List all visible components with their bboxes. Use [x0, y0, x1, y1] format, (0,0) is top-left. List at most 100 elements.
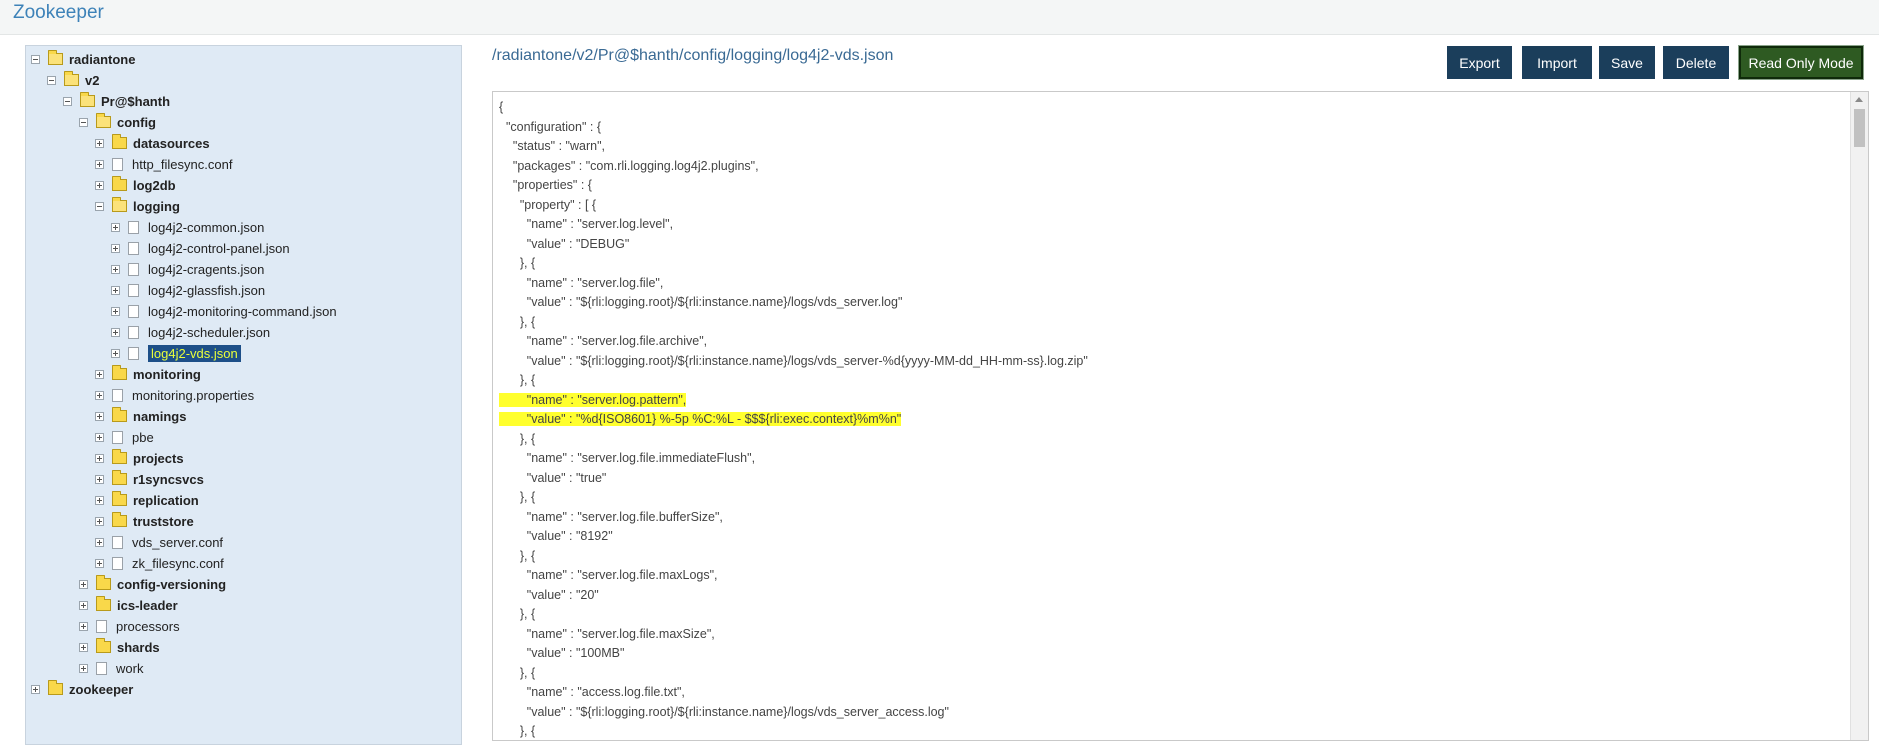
expand-icon[interactable]	[95, 138, 104, 148]
expand-icon[interactable]	[95, 495, 104, 505]
expand-icon[interactable]	[95, 516, 104, 526]
import-button[interactable]: Import	[1522, 46, 1592, 79]
collapse-icon[interactable]	[63, 96, 72, 106]
expand-icon[interactable]	[95, 474, 104, 484]
tree-node-zookeeper[interactable]: zookeeper	[31, 679, 133, 699]
code-area[interactable]: { "configuration" : { "status" : "warn",…	[499, 98, 1088, 740]
tree-node-zk-filesync-conf[interactable]: zk_filesync.conf	[95, 553, 224, 573]
tree-node-processors[interactable]: processors	[79, 616, 180, 636]
file-icon	[128, 304, 139, 318]
expand-icon[interactable]	[111, 222, 120, 232]
tree-node-v2[interactable]: v2	[47, 70, 99, 90]
expand-icon[interactable]	[111, 348, 120, 358]
tree-node-shards[interactable]: shards	[79, 637, 160, 657]
expand-icon[interactable]	[111, 264, 120, 274]
expand-icon[interactable]	[79, 621, 88, 631]
save-button[interactable]: Save	[1599, 46, 1655, 79]
tree-node-ics-leader[interactable]: ics-leader	[79, 595, 178, 615]
highlighted-text: "name" : "server.log.pattern",	[499, 392, 687, 407]
expand-icon[interactable]	[95, 537, 104, 547]
tree-node-log4j2-glassfish[interactable]: log4j2-glassfish.json	[111, 280, 265, 300]
expand-icon[interactable]	[79, 600, 88, 610]
tree-node-monitoring[interactable]: monitoring	[95, 364, 201, 384]
expand-icon[interactable]	[111, 327, 120, 337]
tree-node-datasources[interactable]: datasources	[95, 133, 210, 153]
read-only-mode-button[interactable]: Read Only Mode	[1738, 45, 1864, 80]
tree-node-vds-server-conf[interactable]: vds_server.conf	[95, 532, 223, 552]
scrollbar-thumb[interactable]	[1854, 109, 1865, 147]
tree-node-label: logging	[133, 198, 180, 214]
tree-node-pbe[interactable]: pbe	[95, 427, 154, 447]
app-title: Zookeeper	[13, 2, 104, 23]
tree-node-log4j2-control-panel[interactable]: log4j2-control-panel.json	[111, 238, 290, 258]
tree-node-monitoring-properties[interactable]: monitoring.properties	[95, 385, 254, 405]
folder-icon	[96, 638, 111, 653]
code-line: "value" : "DEBUG"	[499, 236, 630, 251]
file-icon	[128, 220, 139, 234]
code-line: "value" : "8192"	[499, 529, 613, 543]
tree-node-radiantone[interactable]: radiantone	[31, 49, 135, 69]
json-editor[interactable]: { "configuration" : { "status" : "warn",…	[492, 91, 1869, 741]
tree-node-label: log4j2-glassfish.json	[148, 282, 266, 298]
tree-node-config-versioning[interactable]: config-versioning	[79, 574, 226, 594]
folder-icon	[112, 449, 127, 464]
highlighted-text: "value" : "%d{ISO8601} %-5p %C:%L - $$${…	[499, 412, 902, 426]
tree-node-log4j2-common[interactable]: log4j2-common.json	[111, 217, 264, 237]
expand-icon[interactable]	[95, 453, 104, 463]
tree-node-truststore[interactable]: truststore	[95, 511, 194, 531]
editor-scrollbar[interactable]	[1850, 92, 1868, 740]
tree-node-log4j2-cragents[interactable]: log4j2-cragents.json	[111, 259, 264, 279]
tree-node-work[interactable]: work	[79, 658, 143, 678]
tree-node-log4j2-scheduler[interactable]: log4j2-scheduler.json	[111, 322, 270, 342]
scroll-up-arrow-icon[interactable]	[1855, 97, 1863, 102]
tree-node-log4j2-monitoring-command[interactable]: log4j2-monitoring-command.json	[111, 301, 337, 321]
code-line: "name" : "server.log.file.maxLogs",	[499, 568, 718, 582]
expand-icon[interactable]	[79, 642, 88, 652]
code-line: }, {	[499, 665, 536, 680]
expand-icon[interactable]	[31, 684, 40, 694]
delete-button[interactable]: Delete	[1663, 46, 1729, 79]
expand-icon[interactable]	[95, 558, 104, 568]
export-button[interactable]: Export	[1447, 46, 1512, 79]
collapse-icon[interactable]	[79, 117, 88, 127]
expand-icon[interactable]	[95, 432, 104, 442]
tree-node-label: datasources	[133, 135, 210, 151]
tree-node-label: processors	[116, 618, 180, 634]
tree-node-label: radiantone	[69, 51, 136, 67]
code-line: "name" : "server.log.file",	[499, 275, 664, 290]
tree-node-replication[interactable]: replication	[95, 490, 199, 510]
folder-icon	[112, 470, 127, 485]
expand-icon[interactable]	[95, 390, 104, 400]
expand-icon[interactable]	[79, 663, 88, 673]
tree-node-r1syncsvcs[interactable]: r1syncsvcs	[95, 469, 204, 489]
code-line: {	[499, 100, 504, 114]
collapse-icon[interactable]	[47, 75, 56, 85]
tree-node-prshanth[interactable]: Pr@$hanth	[63, 91, 170, 111]
expand-icon[interactable]	[95, 369, 104, 379]
tree-node-config[interactable]: config	[79, 112, 156, 132]
collapse-icon[interactable]	[95, 201, 104, 211]
code-line: }, {	[499, 373, 536, 387]
tree-node-log2db[interactable]: log2db	[95, 175, 176, 195]
tree-node-label: config-versioning	[117, 576, 227, 592]
tree-node-http-filesync[interactable]: http_filesync.conf	[95, 154, 232, 174]
expand-icon[interactable]	[95, 180, 104, 190]
collapse-icon[interactable]	[31, 54, 40, 64]
expand-icon[interactable]	[111, 306, 120, 316]
code-line: }, {	[499, 314, 536, 329]
tree-panel[interactable]: radiantone v2 Pr@$hanth config datasourc…	[25, 45, 462, 745]
code-line: "value" : "${rli:logging.root}/${rli:ins…	[499, 295, 903, 309]
tree-node-label: truststore	[133, 513, 194, 529]
expand-icon[interactable]	[79, 579, 88, 589]
tree-node-label: r1syncsvcs	[133, 471, 204, 487]
expand-icon[interactable]	[95, 159, 104, 169]
code-line: "packages" : "com.rli.logging.log4j2.plu…	[499, 158, 759, 173]
expand-icon[interactable]	[95, 411, 104, 421]
expand-icon[interactable]	[111, 243, 120, 253]
tree-node-namings[interactable]: namings	[95, 406, 186, 426]
tree-node-log4j2-vds-selected[interactable]: log4j2-vds.json	[111, 343, 241, 363]
code-line: "value" : "100MB"	[499, 646, 625, 660]
expand-icon[interactable]	[111, 285, 120, 295]
tree-node-logging[interactable]: logging	[95, 196, 180, 216]
tree-node-projects[interactable]: projects	[95, 448, 184, 468]
